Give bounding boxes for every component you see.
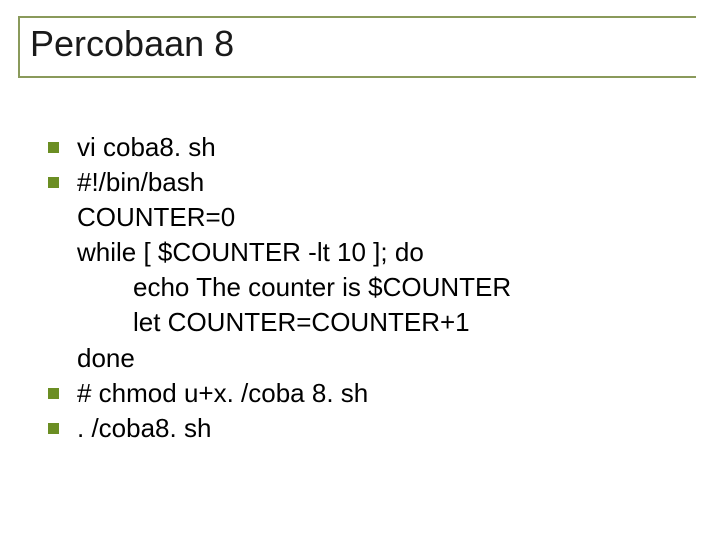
line-text: # chmod u+x. /coba 8. sh	[77, 376, 672, 411]
bullet-icon	[48, 388, 59, 399]
list-item: while [ $COUNTER -lt 10 ]; do	[48, 235, 672, 270]
list-item: vi coba8. sh	[48, 130, 672, 165]
list-item: echo The counter is $COUNTER	[48, 270, 672, 305]
line-text: . /coba8. sh	[77, 411, 672, 446]
line-text: let COUNTER=COUNTER+1	[77, 305, 672, 340]
line-text: COUNTER=0	[77, 200, 672, 235]
bullet-icon	[48, 142, 59, 153]
bullet-icon	[48, 177, 59, 188]
title-rule-top	[18, 16, 696, 18]
list-item: COUNTER=0	[48, 200, 672, 235]
line-text: done	[77, 341, 672, 376]
line-text: vi coba8. sh	[77, 130, 672, 165]
list-item: done	[48, 341, 672, 376]
list-item: #!/bin/bash	[48, 165, 672, 200]
line-text: while [ $COUNTER -lt 10 ]; do	[77, 235, 672, 270]
list-item: . /coba8. sh	[48, 411, 672, 446]
bullet-icon	[48, 423, 59, 434]
title-container: Percobaan 8	[18, 16, 696, 86]
slide-body: vi coba8. sh #!/bin/bash COUNTER=0 while…	[48, 130, 672, 446]
line-text: #!/bin/bash	[77, 165, 672, 200]
list-item: # chmod u+x. /coba 8. sh	[48, 376, 672, 411]
slide-title: Percobaan 8	[28, 22, 244, 69]
line-text: echo The counter is $COUNTER	[77, 270, 672, 305]
list-item: let COUNTER=COUNTER+1	[48, 305, 672, 340]
slide: Percobaan 8 vi coba8. sh #!/bin/bash COU…	[0, 0, 720, 540]
title-rule-bottom	[18, 76, 696, 78]
title-rule-left	[18, 16, 20, 76]
